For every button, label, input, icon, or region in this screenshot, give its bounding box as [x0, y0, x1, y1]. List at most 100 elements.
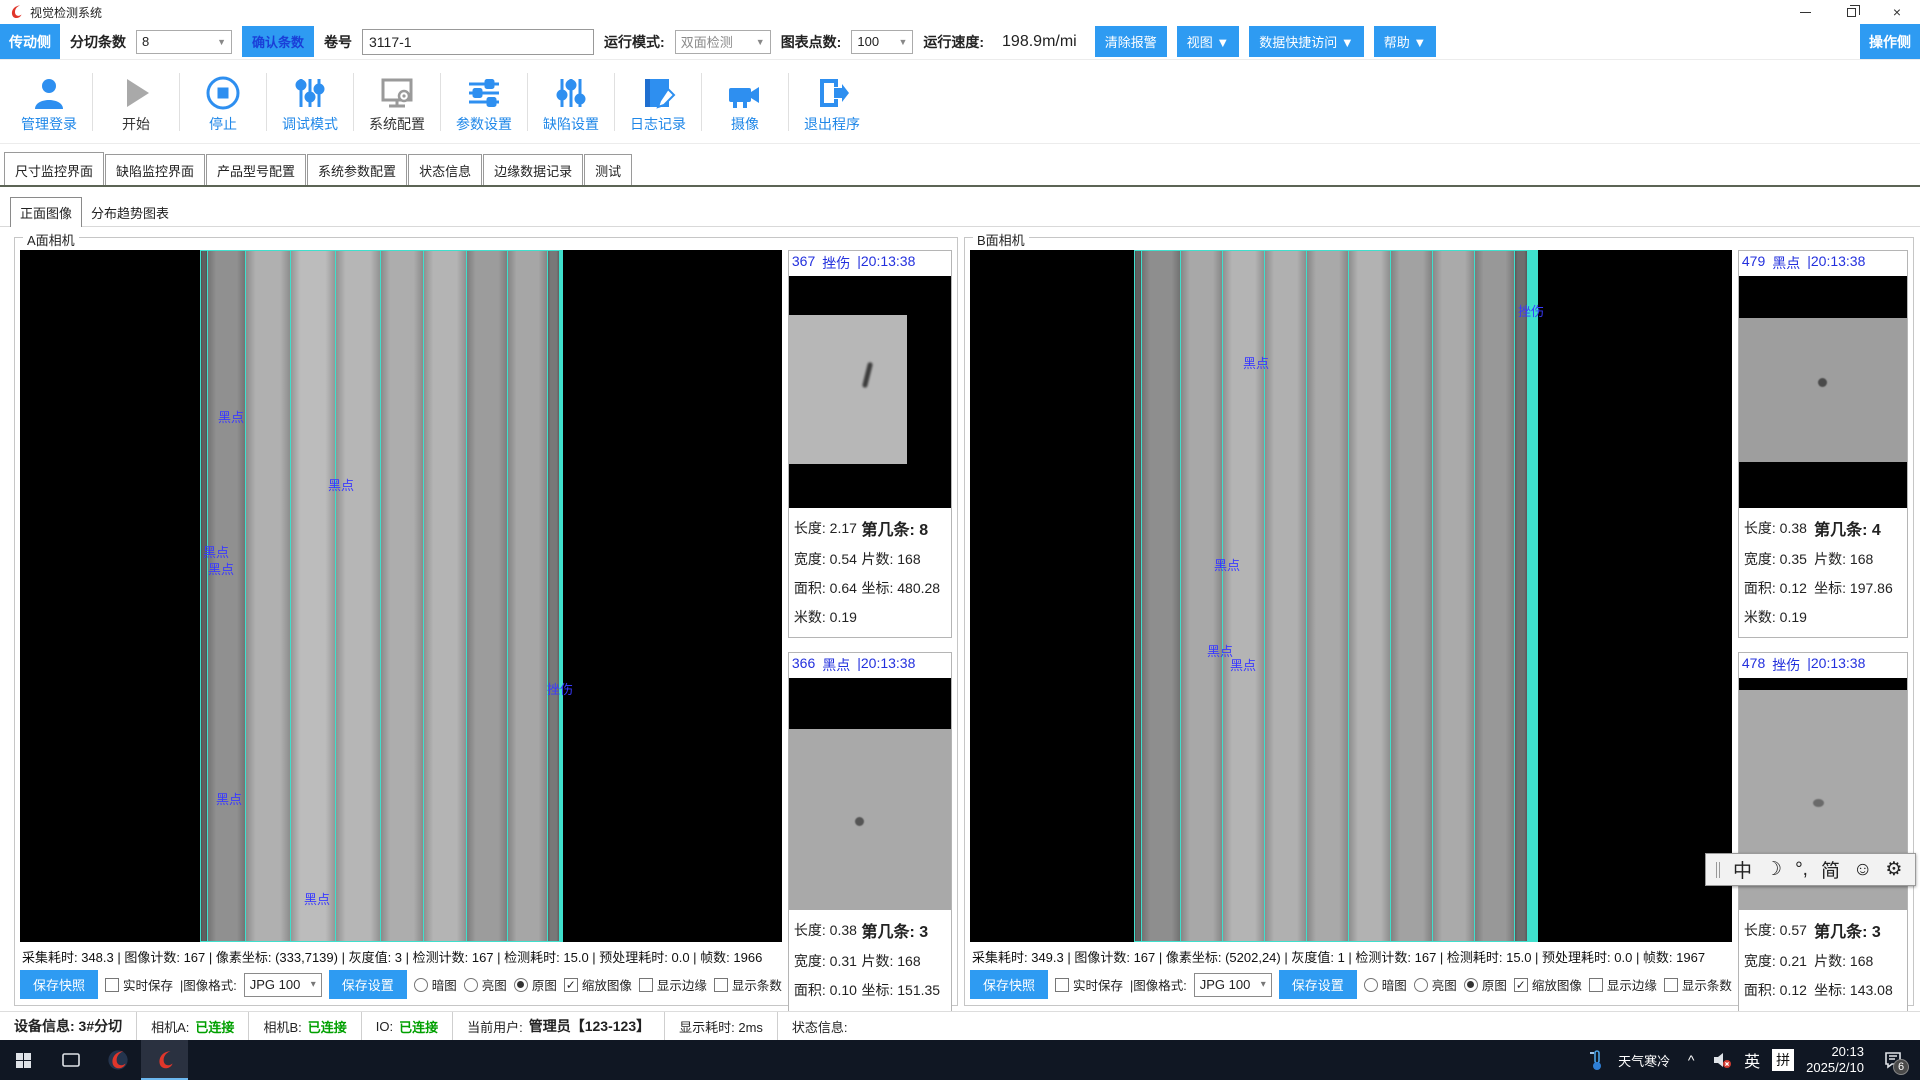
- param-settings-button[interactable]: 参数设置: [441, 75, 527, 143]
- defect-length: 长度: 2.17: [794, 518, 862, 538]
- checkbox-icon: [639, 978, 653, 992]
- start-button[interactable]: [0, 1040, 47, 1080]
- restore-icon: [1847, 8, 1856, 17]
- show-edges-checkbox[interactable]: 显示边缘: [639, 975, 707, 994]
- defect-type: 挫伤: [822, 253, 850, 273]
- zoom-image-checkbox[interactable]: ✓缩放图像: [564, 975, 632, 994]
- roll-number-input[interactable]: 3117-1: [362, 29, 594, 55]
- tab-product-model-config[interactable]: 产品型号配置: [206, 154, 306, 185]
- save-snapshot-button[interactable]: 保存快照: [970, 970, 1048, 999]
- start-button[interactable]: 开始: [93, 75, 179, 143]
- defect-card[interactable]: 479 黑点 |20:13:38 长度: 0.38 第几条: 4 宽度: 0.3…: [1738, 250, 1908, 638]
- hidden-icons-chevron[interactable]: ^: [1682, 1052, 1700, 1068]
- roll-number-label: 卷号: [324, 32, 352, 52]
- minimize-button[interactable]: [1782, 0, 1828, 24]
- operator-side-button[interactable]: 操作侧: [1860, 24, 1920, 59]
- ime-punctuation-icon[interactable]: °,: [1795, 859, 1808, 881]
- system-config-button[interactable]: 系统配置: [354, 75, 440, 143]
- language-indicator[interactable]: 英: [1744, 1048, 1760, 1072]
- status-message-label: 状态信息:: [778, 1012, 862, 1040]
- subtab-trend-chart[interactable]: 分布趋势图表: [82, 198, 178, 227]
- weather-text[interactable]: 天气寒冷: [1618, 1051, 1670, 1070]
- defect-type: 黑点: [822, 655, 850, 675]
- stop-button[interactable]: 停止: [180, 75, 266, 143]
- camera-capture-button[interactable]: 摄像: [702, 81, 788, 143]
- image-format-label: |图像格式:: [1130, 975, 1187, 994]
- view-menu-button[interactable]: 视图 ▼: [1177, 26, 1239, 57]
- tab-status-info[interactable]: 状态信息: [408, 154, 482, 185]
- save-snapshot-button[interactable]: 保存快照: [20, 970, 98, 999]
- dark-image-radio[interactable]: 暗图: [1364, 975, 1407, 994]
- debug-mode-button[interactable]: 调试模式: [267, 75, 353, 143]
- bright-image-radio[interactable]: 亮图: [1414, 975, 1457, 994]
- defect-card[interactable]: 367 挫伤 |20:13:38 长度: 2.17 第几条: 8 宽度: 0.5…: [788, 250, 952, 638]
- save-settings-button[interactable]: 保存设置: [329, 970, 407, 999]
- realtime-save-checkbox[interactable]: 实时保存: [1055, 975, 1123, 994]
- camera-a-image[interactable]: 黑点 黑点 黑点 黑点 挫伤 黑点 黑点: [20, 250, 782, 942]
- task-view-button[interactable]: [47, 1040, 94, 1080]
- subtab-front-image[interactable]: 正面图像: [10, 197, 82, 227]
- clock[interactable]: 20:13 2025/2/10: [1806, 1044, 1864, 1077]
- speaker-muted-icon[interactable]: [1712, 1051, 1732, 1069]
- realtime-save-checkbox[interactable]: 实时保存: [105, 975, 173, 994]
- tab-size-monitor[interactable]: 尺寸监控界面: [4, 152, 104, 185]
- original-image-radio[interactable]: 原图: [514, 975, 557, 994]
- image-format-select[interactable]: JPG 100▾: [1194, 973, 1272, 997]
- confirm-count-button[interactable]: 确认条数: [242, 26, 314, 57]
- slit-count-select[interactable]: 8▼: [136, 30, 232, 54]
- original-image-radio[interactable]: 原图: [1464, 975, 1507, 994]
- data-quick-access-button[interactable]: 数据快捷访问 ▼: [1249, 26, 1363, 57]
- log-record-button[interactable]: 日志记录: [615, 75, 701, 143]
- exit-program-button[interactable]: 退出程序: [789, 75, 875, 143]
- ime-emoji-icon[interactable]: ☺: [1853, 859, 1872, 881]
- ime-halfwidth-icon[interactable]: ☽: [1765, 858, 1782, 881]
- zoom-image-checkbox[interactable]: ✓缩放图像: [1514, 975, 1582, 994]
- panel-b-groupbox: B面相机: [964, 237, 1914, 1006]
- defect-card[interactable]: 478 挫伤 |20:13:38 长度: 0.57 第几条: 3 宽度: 0.2…: [1738, 652, 1908, 1040]
- task-view-icon: [61, 1050, 81, 1070]
- save-settings-button[interactable]: 保存设置: [1279, 970, 1357, 999]
- device-info: 设备信息: 3#分切: [0, 1012, 137, 1040]
- defect-meters: 米数: 0.19: [1744, 607, 1814, 627]
- dark-image-radio[interactable]: 暗图: [414, 975, 457, 994]
- run-mode-label: 运行模式:: [604, 32, 665, 52]
- chevron-down-icon: ▾: [311, 979, 316, 990]
- tab-defect-monitor[interactable]: 缺陷监控界面: [105, 154, 205, 185]
- tab-edge-data-record[interactable]: 边缘数据记录: [483, 154, 583, 185]
- running-app-button[interactable]: [141, 1040, 188, 1080]
- bright-image-radio[interactable]: 亮图: [464, 975, 507, 994]
- admin-login-button[interactable]: 管理登录: [6, 75, 92, 143]
- defect-card[interactable]: 366 黑点 |20:13:38 长度: 0.38 第几条: 3 宽度: 0.3…: [788, 652, 952, 1040]
- checkbox-icon: [1589, 978, 1603, 992]
- defect-number: 479: [1742, 253, 1765, 273]
- defect-settings-button[interactable]: 缺陷设置: [528, 75, 614, 143]
- drive-side-button[interactable]: 传动侧: [0, 24, 60, 59]
- image-format-select[interactable]: JPG 100▾: [244, 973, 322, 997]
- chart-points-select[interactable]: 100▼: [851, 30, 913, 54]
- ime-mode-indicator[interactable]: 拼: [1772, 1049, 1794, 1071]
- defect-time: |20:13:38: [1807, 655, 1865, 675]
- camera-b-image[interactable]: 挫伤 黑点 黑点 黑点 黑点: [970, 250, 1732, 942]
- chevron-down-icon: ▾: [1261, 979, 1266, 990]
- pinned-app-button[interactable]: [94, 1040, 141, 1080]
- play-icon: [118, 75, 154, 111]
- ime-settings-icon[interactable]: ⚙: [1885, 858, 1902, 881]
- defect-marker-label: 挫伤: [547, 679, 573, 698]
- tab-system-param-config[interactable]: 系统参数配置: [307, 154, 407, 185]
- tab-test[interactable]: 测试: [584, 154, 632, 185]
- notification-center-button[interactable]: 6: [1876, 1040, 1910, 1080]
- radio-checked-icon: [1464, 978, 1478, 992]
- defect-number: 478: [1742, 655, 1765, 675]
- run-mode-select[interactable]: 双面检测▼: [675, 30, 771, 54]
- ime-language-bar[interactable]: 中 ☽ °, 简 ☺ ⚙: [1705, 853, 1916, 886]
- ime-simplified-toggle[interactable]: 简: [1821, 856, 1840, 883]
- show-strips-checkbox[interactable]: 显示条数: [1664, 975, 1732, 994]
- clear-alarm-button[interactable]: 清除报警: [1095, 26, 1167, 57]
- restore-button[interactable]: [1828, 0, 1874, 24]
- help-menu-button[interactable]: 帮助 ▼: [1374, 26, 1436, 57]
- ime-chinese-toggle[interactable]: 中: [1733, 856, 1752, 883]
- show-edges-checkbox[interactable]: 显示边缘: [1589, 975, 1657, 994]
- close-button[interactable]: ×: [1874, 0, 1920, 24]
- user-icon: [31, 75, 67, 111]
- show-strips-checkbox[interactable]: 显示条数: [714, 975, 782, 994]
